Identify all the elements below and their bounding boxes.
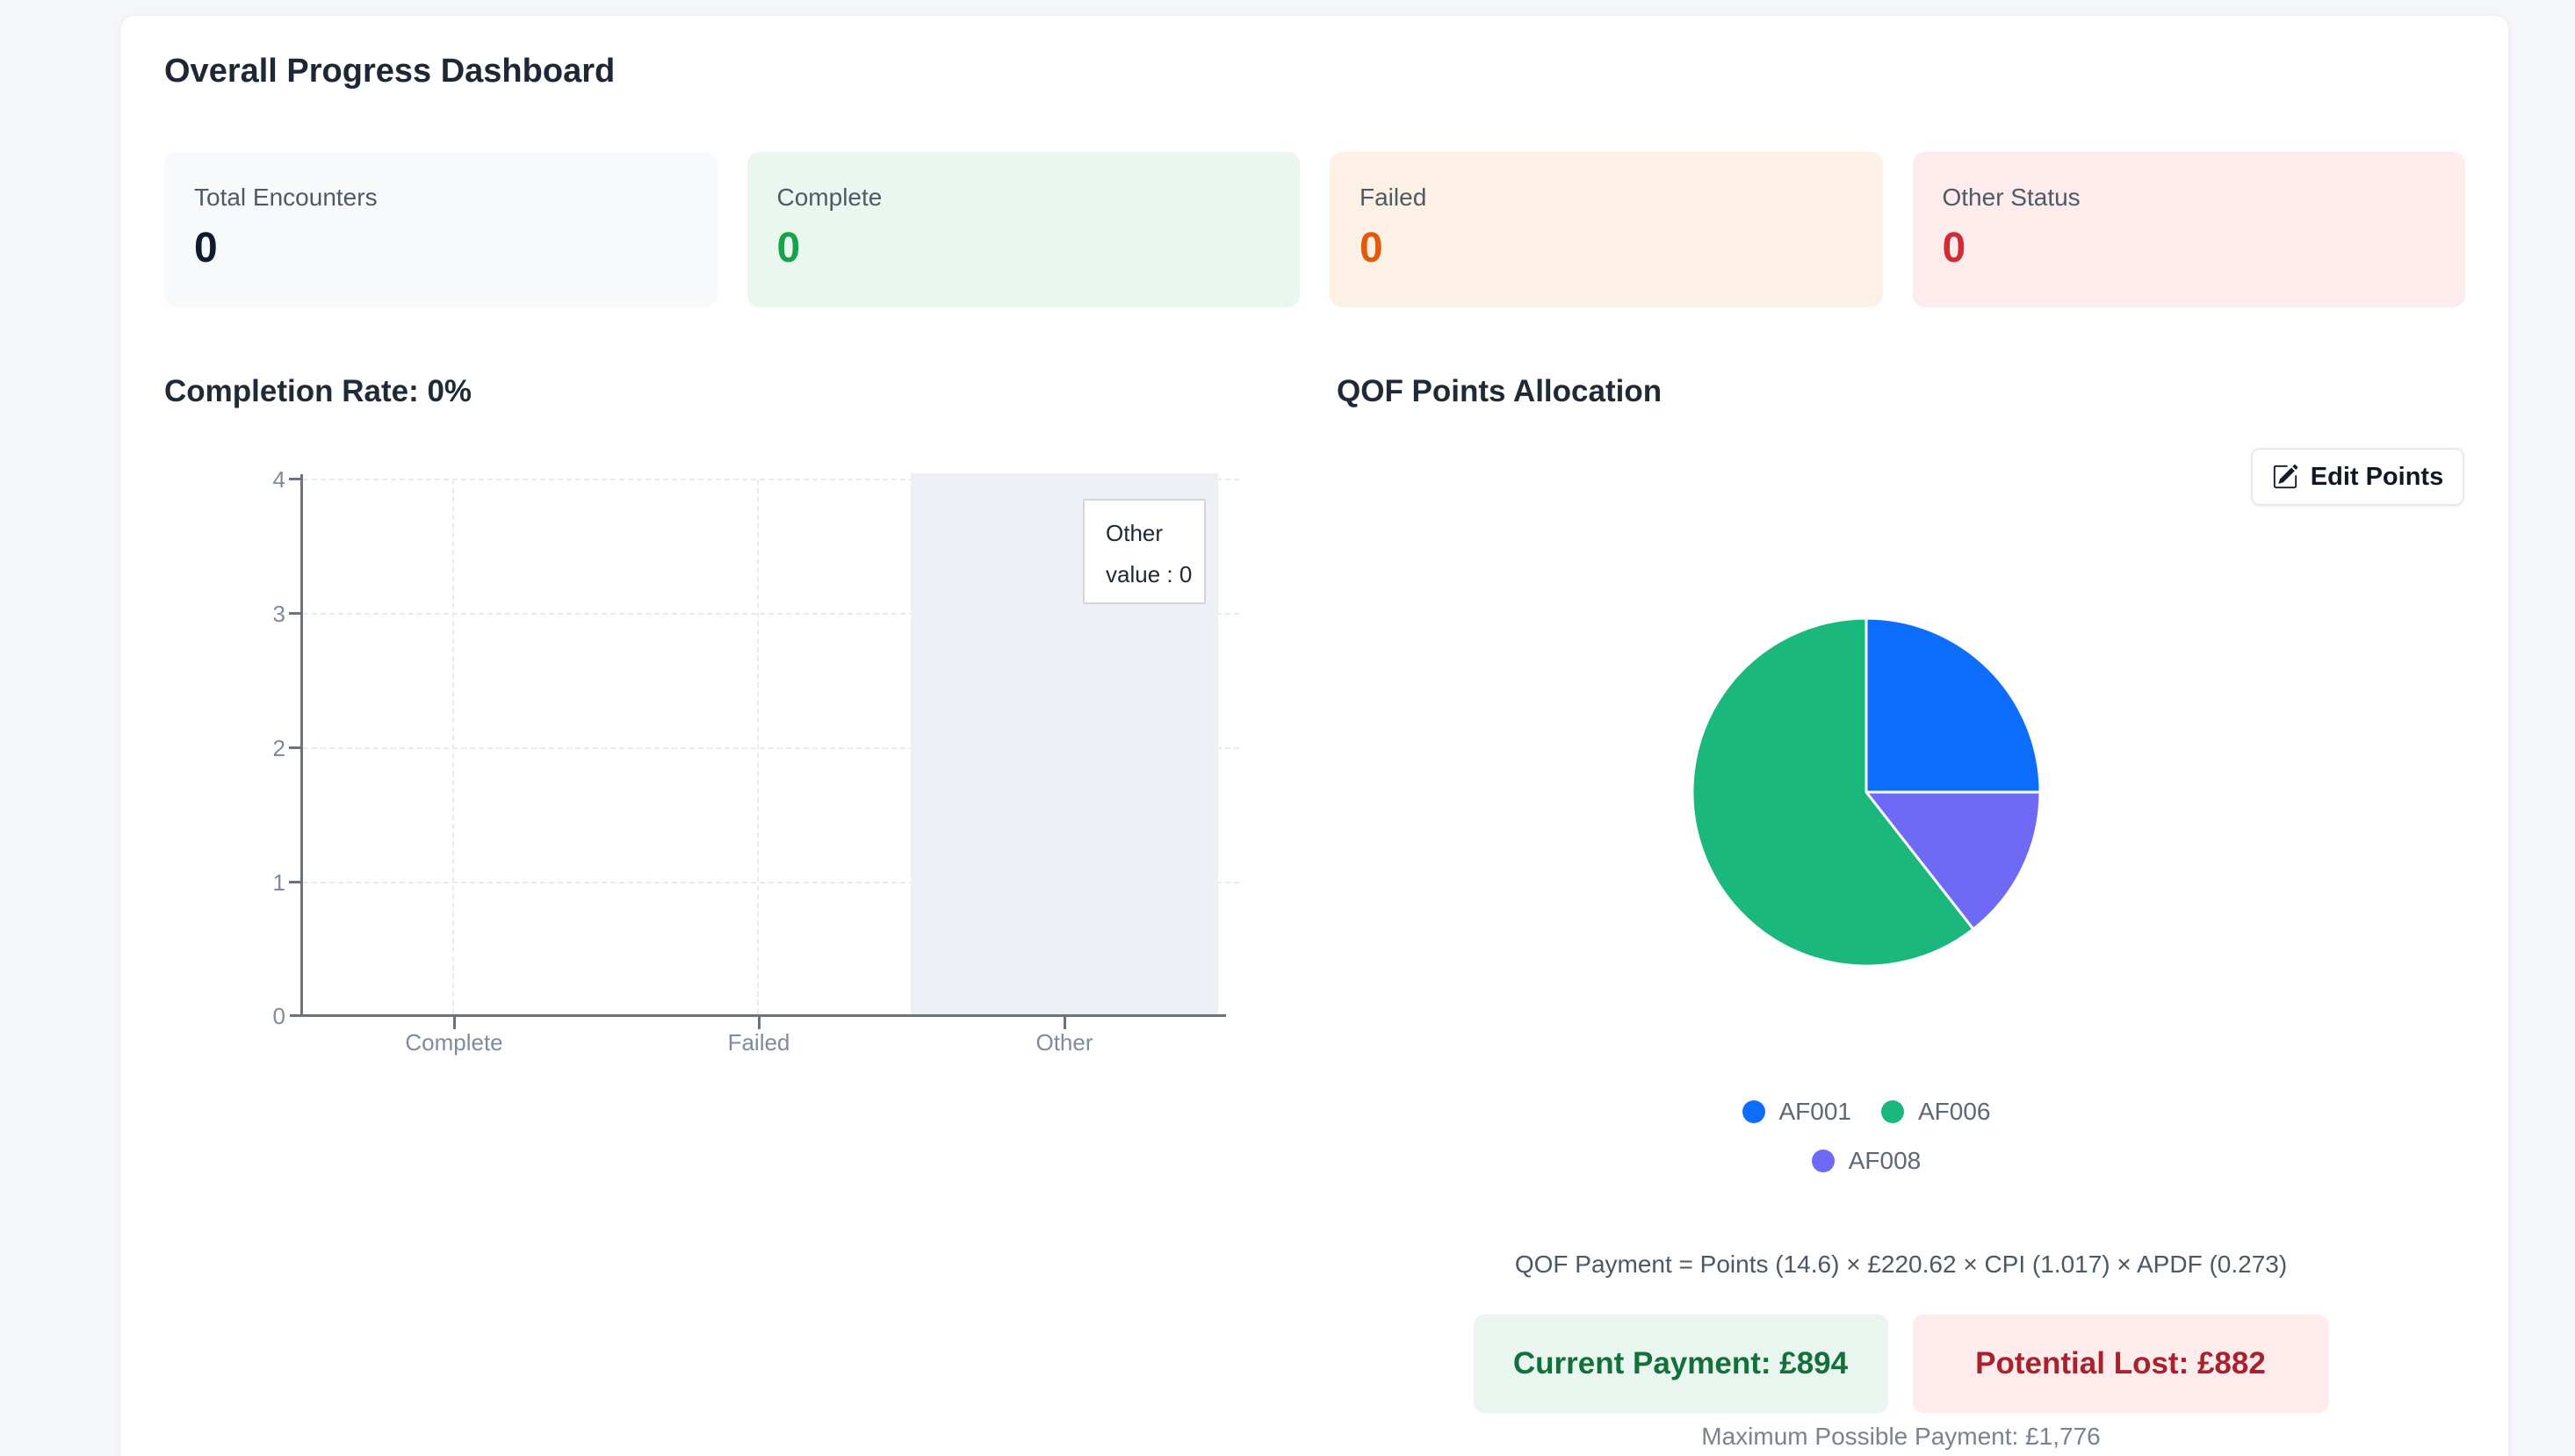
qof-points-heading: QOF Points Allocation <box>1337 374 1663 408</box>
y-axis-tick <box>289 612 300 615</box>
stat-card-total-encounters: Total Encounters 0 <box>164 152 718 307</box>
tooltip-title: Other <box>1106 520 1164 546</box>
stat-value: 0 <box>194 225 218 271</box>
y-axis-line <box>300 474 303 1017</box>
stat-card-failed: Failed 0 <box>1330 152 1883 307</box>
payment-summary-row: Current Payment: £894 Potential Lost: £8… <box>1337 1315 2465 1413</box>
x-axis-label: Failed <box>727 1029 790 1056</box>
legend-row: AF001 AF006 <box>1742 1098 1991 1126</box>
x-axis-label: Other <box>1035 1029 1093 1056</box>
stat-label: Other Status <box>1942 184 2081 211</box>
qof-pie-chart <box>1691 616 2042 968</box>
stat-label: Total Encounters <box>194 184 378 211</box>
legend-row: AF008 <box>1811 1147 1922 1175</box>
stat-label: Failed <box>1360 184 1427 211</box>
legend-item-af006: AF006 <box>1881 1098 1991 1126</box>
y-axis-tick <box>289 881 300 883</box>
y-axis-label: 3 <box>272 601 285 627</box>
x-axis-tick <box>1064 1017 1066 1029</box>
stat-value: 0 <box>1942 225 1966 271</box>
y-axis-label: 1 <box>272 869 285 896</box>
edit-pencil-square-icon <box>2273 464 2298 489</box>
y-axis-tick <box>289 746 300 749</box>
legend-label: AF008 <box>1848 1147 1922 1174</box>
stat-card-complete: Complete 0 <box>747 152 1300 307</box>
current-payment-box: Current Payment: £894 <box>1473 1315 1888 1413</box>
y-axis-label: 0 <box>272 1003 285 1029</box>
legend-label: AF001 <box>1778 1098 1852 1125</box>
stat-label: Complete <box>776 184 883 211</box>
pie-slice-af001[interactable] <box>1865 616 2042 794</box>
qof-payment-formula: QOF Payment = Points (14.6) × £220.62 × … <box>1514 1251 2288 1278</box>
pie-legend: AF001 AF006 AF008 <box>1337 1098 2396 1175</box>
stats-row: Total Encounters 0 Complete 0 Failed 0 O… <box>164 152 2465 307</box>
legend-item-af008: AF008 <box>1811 1147 1922 1175</box>
chart-tooltip: Other value : 0 <box>1083 499 1206 604</box>
y-axis-tick <box>289 478 300 480</box>
y-axis-label: 4 <box>272 466 285 493</box>
dashboard-page: Overall Progress Dashboard Total Encount… <box>0 0 2575 1456</box>
legend-item-af001: AF001 <box>1742 1098 1852 1126</box>
legend-dot-icon <box>1881 1100 1904 1123</box>
stat-value: 0 <box>1360 225 1383 271</box>
edit-points-label: Edit Points <box>2310 462 2444 491</box>
edit-points-button[interactable]: Edit Points <box>2251 448 2464 506</box>
stat-card-other-status: Other Status 0 <box>1912 152 2465 307</box>
y-axis-label: 2 <box>272 735 285 761</box>
max-payment-text: Maximum Possible Payment: £1,776 <box>1701 1423 2101 1450</box>
x-axis-tick <box>453 1017 456 1029</box>
potential-lost-box: Potential Lost: £882 <box>1912 1315 2329 1413</box>
completion-rate-heading: Completion Rate: 0% <box>164 374 472 408</box>
stat-value: 0 <box>776 225 801 271</box>
legend-dot-icon <box>1811 1150 1835 1172</box>
legend-label: AF006 <box>1918 1098 1991 1125</box>
tooltip-value: value : 0 <box>1106 561 1193 587</box>
x-axis-tick <box>758 1017 761 1029</box>
page-title: Overall Progress Dashboard <box>164 53 616 90</box>
x-axis-label: Complete <box>405 1029 503 1056</box>
legend-dot-icon <box>1742 1100 1765 1123</box>
